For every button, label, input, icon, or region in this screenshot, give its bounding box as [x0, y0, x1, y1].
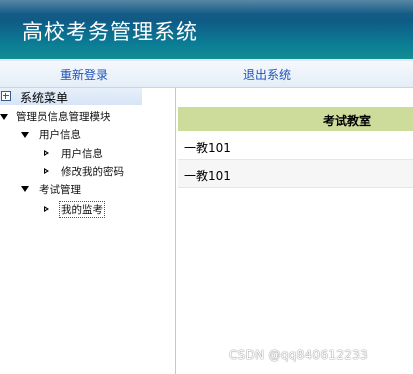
tree-node-admin-module[interactable]: 管理员信息管理模块: [16, 109, 111, 124]
table-row: 一教101: [178, 160, 413, 188]
sidebar-menu: 系统菜单 管理员信息管理模块 用户信息 用户信息 修改我的密码 考试管理 我的监…: [0, 88, 176, 374]
tree-item-change-password[interactable]: 修改我的密码: [61, 164, 124, 179]
table-cell: 一教101: [184, 141, 231, 155]
collapsed-triangle-icon: [44, 150, 49, 156]
table-row: 一教101: [178, 132, 413, 160]
tree-item-my-invigilation[interactable]: 我的监考: [59, 201, 105, 218]
tree-node-user-info-group[interactable]: 用户信息: [39, 127, 81, 142]
expanded-triangle-icon[interactable]: [21, 132, 29, 138]
header-gloss: [0, 0, 413, 14]
table-cell: 一教101: [184, 169, 231, 183]
main-content: 考试教室 一教101 一教101: [176, 88, 413, 374]
watermark: CSDN @qq840612233: [229, 348, 369, 362]
tree-item-user-info[interactable]: 用户信息: [61, 146, 103, 161]
collapsed-triangle-icon: [44, 206, 49, 212]
relogin-link[interactable]: 重新登录: [60, 66, 108, 83]
app-header: 高校考务管理系统: [0, 0, 413, 59]
menu-header[interactable]: 系统菜单: [0, 88, 142, 105]
tree-node-exam-management-group[interactable]: 考试管理: [39, 182, 81, 197]
tree-expand-icon: [1, 91, 11, 101]
table-header: 考试教室: [178, 107, 413, 131]
expanded-triangle-icon[interactable]: [0, 114, 8, 120]
collapsed-triangle-icon: [44, 168, 49, 174]
menu-title: 系统菜单: [20, 91, 69, 105]
top-nav-bar: 重新登录 退出系统: [0, 61, 413, 88]
app-title: 高校考务管理系统: [22, 20, 198, 44]
logout-link[interactable]: 退出系统: [243, 66, 291, 83]
column-header-exam-room: 考试教室: [323, 114, 372, 128]
expanded-triangle-icon[interactable]: [21, 186, 29, 192]
